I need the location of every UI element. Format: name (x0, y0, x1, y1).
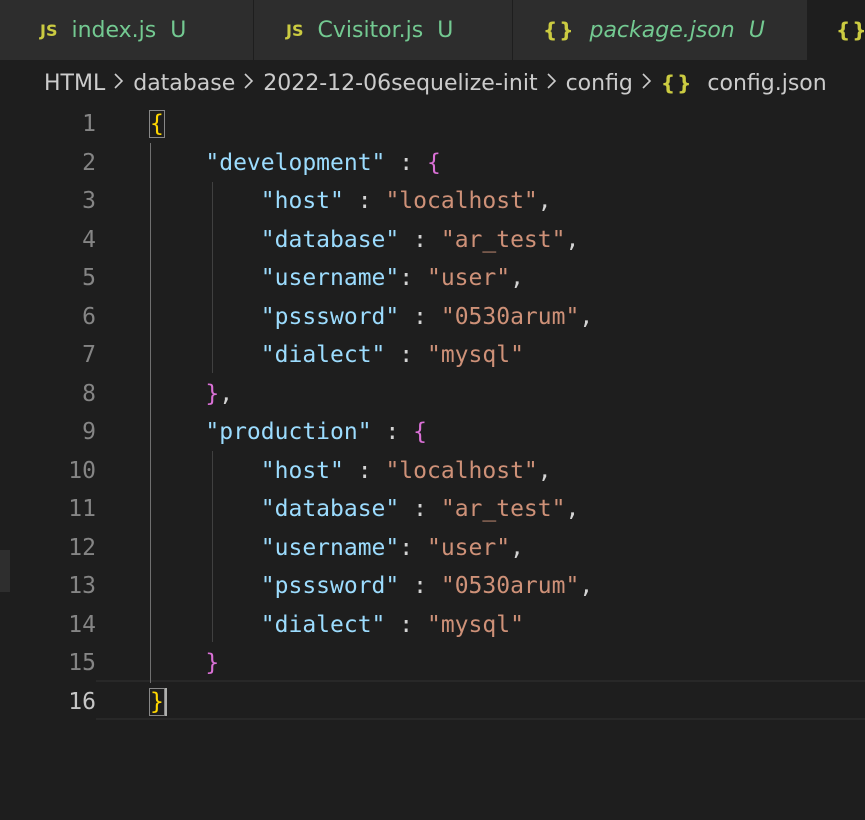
line-number: 12 (68, 534, 96, 561)
code-line[interactable]: 14 "dialect" : "mysql" (0, 606, 865, 645)
breadcrumb-item-database[interactable]: database (133, 71, 235, 96)
code-line[interactable]: 5 "username": "user", (0, 259, 865, 298)
line-number: 6 (82, 303, 96, 330)
line-number: 9 (82, 419, 96, 446)
code-text: "dialect" : "mysql" (260, 342, 524, 369)
line-number: 10 (68, 457, 96, 484)
breadcrumb-item-folder[interactable]: 2022-12-06sequelize-init (263, 71, 537, 96)
chevron-right-icon (113, 71, 125, 96)
line-number: 5 (82, 265, 96, 292)
line-number: 13 (68, 573, 96, 600)
code-line[interactable]: 12 "username": "user", (0, 529, 865, 568)
tab-label: index.js (71, 17, 157, 43)
code-text: "host" : "localhost", (260, 188, 552, 215)
code-line[interactable]: 3 "host" : "localhost", (0, 182, 865, 221)
code-text: "development" : { (205, 149, 441, 176)
breadcrumb-item-file[interactable]: config.json (707, 71, 826, 96)
code-text: "username": "user", (260, 265, 524, 292)
code-line[interactable]: 2 "development" : { (0, 144, 865, 183)
json-file-icon: {} (543, 18, 576, 42)
line-number: 2 (82, 149, 96, 176)
untracked-status-badge: U (437, 17, 454, 43)
code-line[interactable]: 7 "dialect" : "mysql" (0, 336, 865, 375)
code-text: "username": "user", (260, 534, 524, 561)
code-line[interactable]: 1{ (0, 105, 865, 144)
code-line[interactable]: 11 "database" : "ar_test", (0, 490, 865, 529)
code-line[interactable]: 16} (0, 683, 865, 722)
code-line[interactable]: 4 "database" : "ar_test", (0, 221, 865, 260)
line-number: 11 (68, 496, 96, 523)
line-number: 14 (68, 611, 96, 638)
tab-config-json[interactable]: {} (808, 0, 865, 60)
code-text: "database" : "ar_test", (260, 226, 580, 253)
code-text: }, (205, 380, 234, 407)
code-line[interactable]: 13 "psssword" : "0530arum", (0, 567, 865, 606)
line-number: 4 (82, 226, 96, 253)
code-text: "host" : "localhost", (260, 457, 552, 484)
code-text: "psssword" : "0530arum", (260, 303, 594, 330)
code-text: } (149, 687, 165, 716)
code-text: "production" : { (205, 419, 427, 446)
code-line[interactable]: 15 } (0, 644, 865, 683)
chevron-right-icon (546, 71, 558, 96)
line-number: 16 (68, 688, 96, 715)
code-text: "dialect" : "mysql" (260, 611, 524, 638)
code-text: "database" : "ar_test", (260, 496, 580, 523)
breadcrumb-item-html[interactable]: HTML (44, 71, 105, 96)
chevron-right-icon (641, 71, 653, 96)
untracked-status-badge: U (748, 17, 765, 43)
tab-cvisitor-js[interactable]: JS Cvisitor.js U (254, 0, 513, 60)
chevron-right-icon (243, 71, 255, 96)
line-number: 7 (82, 342, 96, 369)
json-file-icon: {} (836, 18, 865, 42)
text-cursor (165, 687, 167, 716)
json-file-icon: {} (660, 71, 694, 95)
breadcrumb: HTML database 2022-12-06sequelize-init c… (0, 60, 865, 106)
line-number: 3 (82, 188, 96, 215)
tab-package-json[interactable]: {} package.json U (513, 0, 808, 60)
tab-label: package.json (589, 17, 735, 43)
code-line[interactable]: 6 "psssword" : "0530arum", (0, 298, 865, 337)
code-text: { (149, 110, 165, 139)
code-line[interactable]: 8 }, (0, 375, 865, 414)
tab-bar: JS index.js U JS Cvisitor.js U {} packag… (0, 0, 865, 60)
line-number: 1 (82, 111, 96, 138)
code-text: } (205, 650, 220, 677)
untracked-status-badge: U (170, 17, 187, 43)
tab-index-js[interactable]: JS index.js U (0, 0, 254, 60)
javascript-file-icon: JS (40, 20, 58, 40)
code-editor[interactable]: 1{2 "development" : {3 "host" : "localho… (0, 106, 865, 820)
code-line[interactable]: 10 "host" : "localhost", (0, 452, 865, 491)
breadcrumb-item-config[interactable]: config (566, 71, 633, 96)
code-line[interactable]: 9 "production" : { (0, 413, 865, 452)
code-text: "psssword" : "0530arum", (260, 573, 594, 600)
line-number: 8 (82, 380, 96, 407)
javascript-file-icon: JS (286, 20, 304, 40)
tab-label: Cvisitor.js (317, 17, 424, 43)
line-number: 15 (68, 650, 96, 677)
